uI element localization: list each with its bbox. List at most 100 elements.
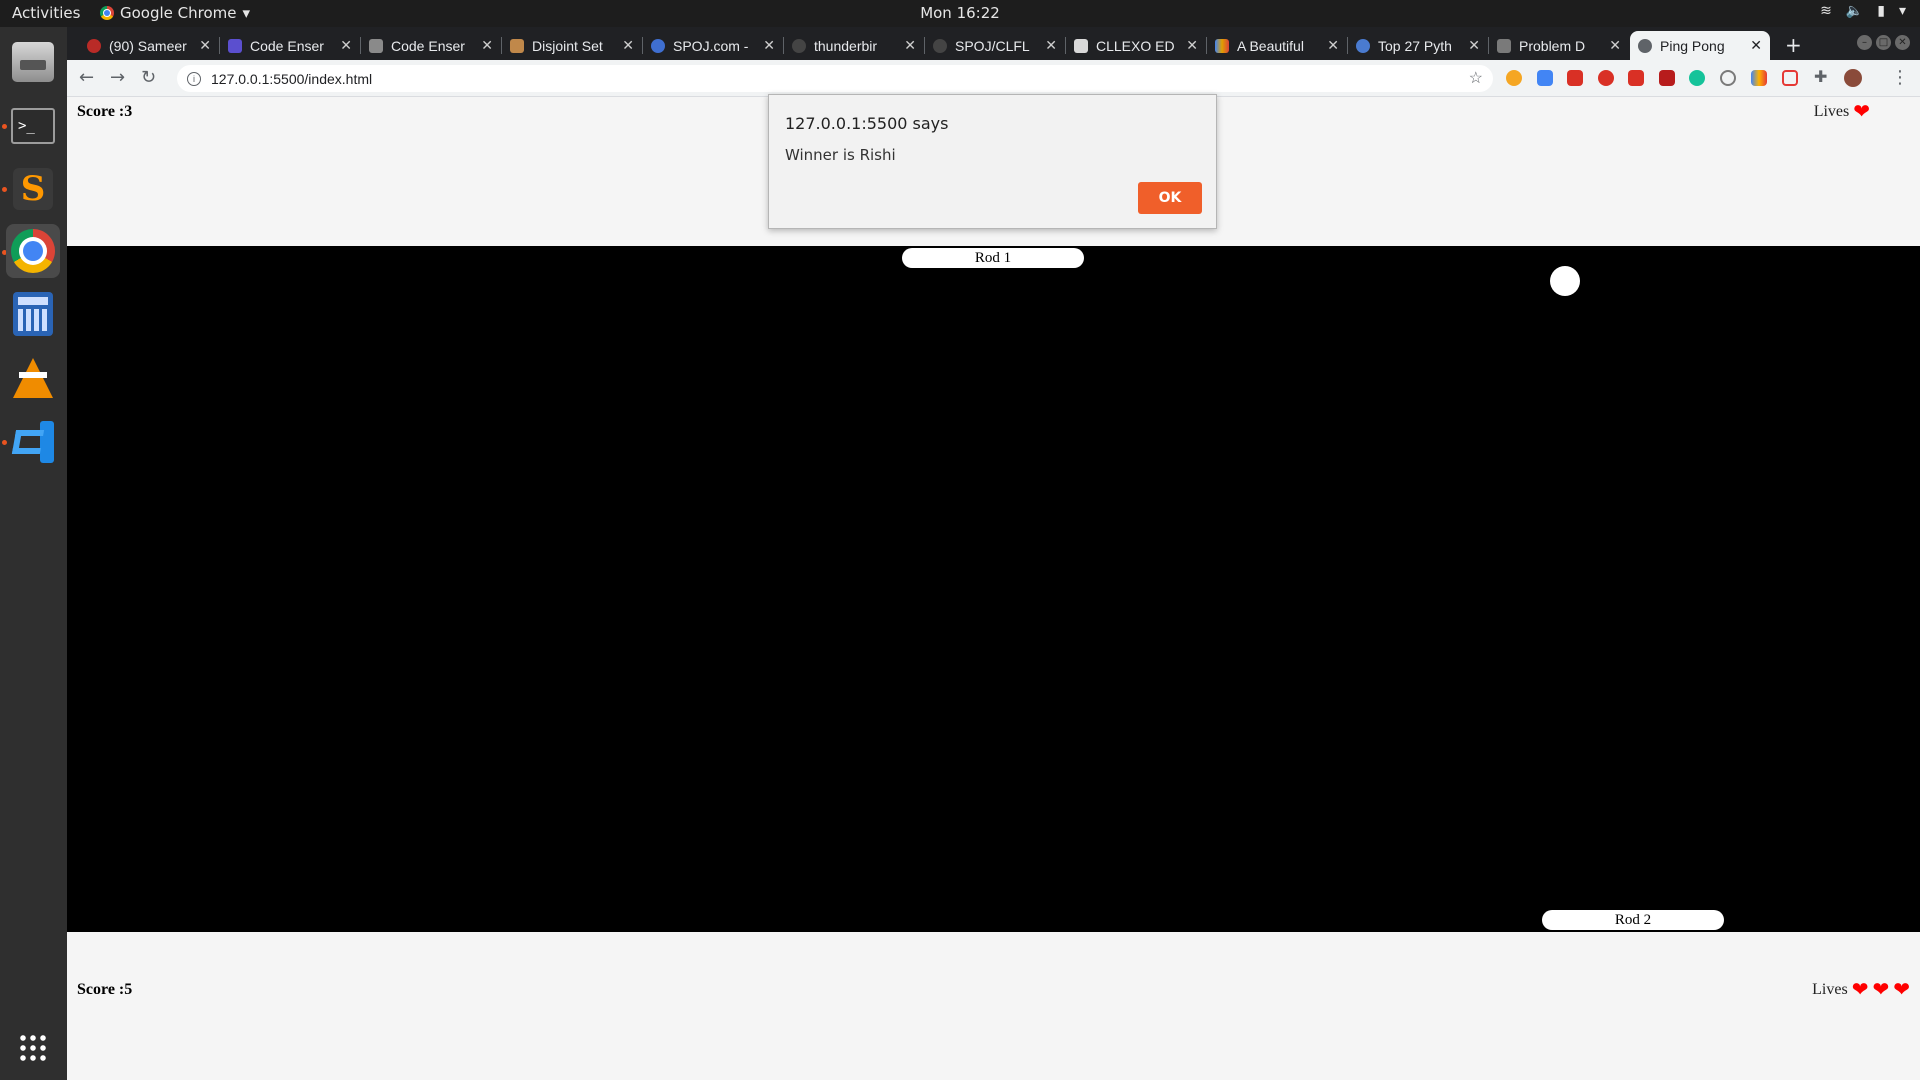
tab-title: thunderbir (814, 37, 878, 54)
forward-arrow-icon[interactable]: → (110, 67, 125, 88)
dock-item-chrome[interactable] (6, 224, 60, 278)
tab-title: SPOJ.com - (673, 37, 749, 54)
heart-icon: ❤ (1851, 979, 1869, 1001)
calculator-icon (13, 292, 53, 336)
dock-item-files[interactable] (6, 35, 60, 89)
tab[interactable]: Problem D ✕ (1489, 31, 1629, 60)
extension-video-icon[interactable] (1567, 70, 1583, 86)
activities-button[interactable]: Activities (12, 4, 80, 22)
close-icon[interactable]: ✕ (622, 37, 634, 54)
back-arrow-icon[interactable]: ← (79, 67, 94, 88)
close-icon[interactable]: ✕ (1327, 37, 1339, 54)
tab-title: Disjoint Set (532, 37, 603, 54)
reload-icon[interactable]: ↻ (141, 67, 156, 88)
tab[interactable]: CLLEXO ED ✕ (1066, 31, 1206, 60)
close-icon[interactable]: ✕ (1186, 37, 1198, 54)
tab[interactable]: Disjoint Set ✕ (502, 31, 642, 60)
chrome-icon (100, 6, 114, 20)
tab-favicon-icon (1356, 38, 1370, 53)
tab[interactable]: Code Enser ✕ (220, 31, 360, 60)
tab[interactable]: thunderbir ✕ (784, 31, 924, 60)
close-icon[interactable]: ✕ (904, 37, 916, 54)
github-icon (792, 38, 806, 53)
extension-translate-icon[interactable] (1537, 70, 1553, 86)
maximize-icon[interactable]: □ (1876, 35, 1891, 50)
tab[interactable]: (90) Sameer ✕ (79, 31, 219, 60)
tab-strip: (90) Sameer ✕ Code Enser ✕ Code Enser ✕ … (67, 27, 1920, 60)
extension-cookie-icon[interactable] (1506, 70, 1522, 86)
extensions-puzzle-icon[interactable]: ✚ (1814, 67, 1827, 86)
info-icon[interactable]: i (187, 71, 201, 86)
close-icon[interactable]: ✕ (763, 37, 775, 54)
game-arena[interactable]: Rod 1 Rod 2 (67, 246, 1920, 932)
rod-2[interactable]: Rod 2 (1542, 910, 1724, 930)
dock: >_ S (0, 27, 67, 1080)
globe-icon (1638, 38, 1652, 53)
extension-bars-icon[interactable] (1751, 70, 1767, 86)
bottom-score: Score :5 (77, 981, 133, 998)
minimize-icon[interactable]: – (1857, 35, 1872, 50)
extension-adblock-icon[interactable] (1628, 70, 1644, 86)
clock[interactable]: Mon 16:22 (920, 4, 1000, 22)
system-tray[interactable]: ≋ 🔈 ▮ ▾ (1820, 3, 1906, 19)
top-score: Score :3 (77, 103, 133, 120)
dock-item-vlc[interactable] (6, 351, 60, 405)
tab-title: Problem D (1519, 37, 1586, 54)
chevron-down-icon: ▾ (242, 4, 251, 22)
close-window-icon[interactable]: ✕ (1895, 35, 1910, 50)
sublime-icon: S (13, 168, 53, 210)
files-icon (12, 42, 54, 82)
tab-favicon-icon (651, 38, 665, 53)
avatar[interactable] (1844, 69, 1862, 87)
tab[interactable]: A Beautiful ✕ (1207, 31, 1347, 60)
tab-favicon-icon (228, 38, 242, 53)
close-icon[interactable]: ✕ (1750, 37, 1762, 54)
tab-title: Code Enser (391, 37, 465, 54)
close-icon[interactable]: ✕ (481, 37, 493, 54)
address-bar[interactable]: i 127.0.0.1:5500/index.html ☆ (177, 65, 1493, 92)
show-applications-button[interactable] (6, 1021, 60, 1075)
ok-button[interactable]: OK (1138, 182, 1202, 214)
extension-grammarly-icon[interactable] (1689, 70, 1705, 86)
close-icon[interactable]: ✕ (1468, 37, 1480, 54)
extension-ublock-icon[interactable] (1659, 70, 1675, 86)
new-tab-button[interactable]: + (1785, 33, 1802, 57)
dock-item-sublime-text[interactable]: S (6, 162, 60, 216)
dock-item-vscode[interactable] (6, 415, 60, 469)
tab[interactable]: SPOJ/CLFL ✕ (925, 31, 1065, 60)
dock-item-terminal[interactable]: >_ (6, 99, 60, 153)
tab-favicon-icon (1215, 38, 1229, 53)
window-controls: – □ ✕ (1857, 35, 1910, 50)
extension-circle-icon[interactable] (1720, 70, 1736, 86)
extension-pinterest-icon[interactable] (1598, 70, 1614, 86)
app-grid-icon (18, 1033, 48, 1063)
close-icon[interactable]: ✕ (1045, 37, 1057, 54)
app-menu[interactable]: Google Chrome ▾ (100, 4, 250, 22)
dock-item-calculator[interactable] (6, 287, 60, 341)
bookmark-star-icon[interactable]: ☆ (1469, 68, 1483, 88)
battery-icon: ▮ (1877, 3, 1885, 19)
rod-1[interactable]: Rod 1 (902, 248, 1084, 268)
top-lives: Lives ❤ (1814, 102, 1870, 122)
tab-favicon-icon (510, 38, 524, 53)
tab-title: Ping Pong (1660, 37, 1725, 54)
tab[interactable]: Code Enser ✕ (361, 31, 501, 60)
tab[interactable]: Top 27 Pyth ✕ (1348, 31, 1488, 60)
tab[interactable]: SPOJ.com - ✕ (643, 31, 783, 60)
app-menu-label: Google Chrome (120, 4, 237, 22)
tab-favicon-icon (87, 38, 101, 53)
browser-toolbar: ← → ↻ i 127.0.0.1:5500/index.html ☆ ✚ ⋮ (67, 60, 1920, 97)
close-icon[interactable]: ✕ (340, 37, 352, 54)
url-text: 127.0.0.1:5500/index.html (211, 70, 373, 87)
tab-active[interactable]: Ping Pong ✕ (1630, 31, 1770, 60)
alert-dialog: 127.0.0.1:5500 says Winner is Rishi OK (768, 94, 1217, 229)
extension-capture-icon[interactable] (1782, 70, 1798, 86)
tab-title: Top 27 Pyth (1378, 37, 1452, 54)
tab-title: (90) Sameer (109, 37, 187, 54)
dialog-origin: 127.0.0.1:5500 says (785, 114, 949, 133)
close-icon[interactable]: ✕ (199, 37, 211, 54)
page-content: Score :3 Lives ❤ Rod 1 Rod 2 Score :5 Li… (67, 97, 1920, 1080)
menu-dots-icon[interactable]: ⋮ (1891, 67, 1909, 88)
close-icon[interactable]: ✕ (1609, 37, 1621, 54)
heart-icon: ❤ (1893, 979, 1910, 1001)
